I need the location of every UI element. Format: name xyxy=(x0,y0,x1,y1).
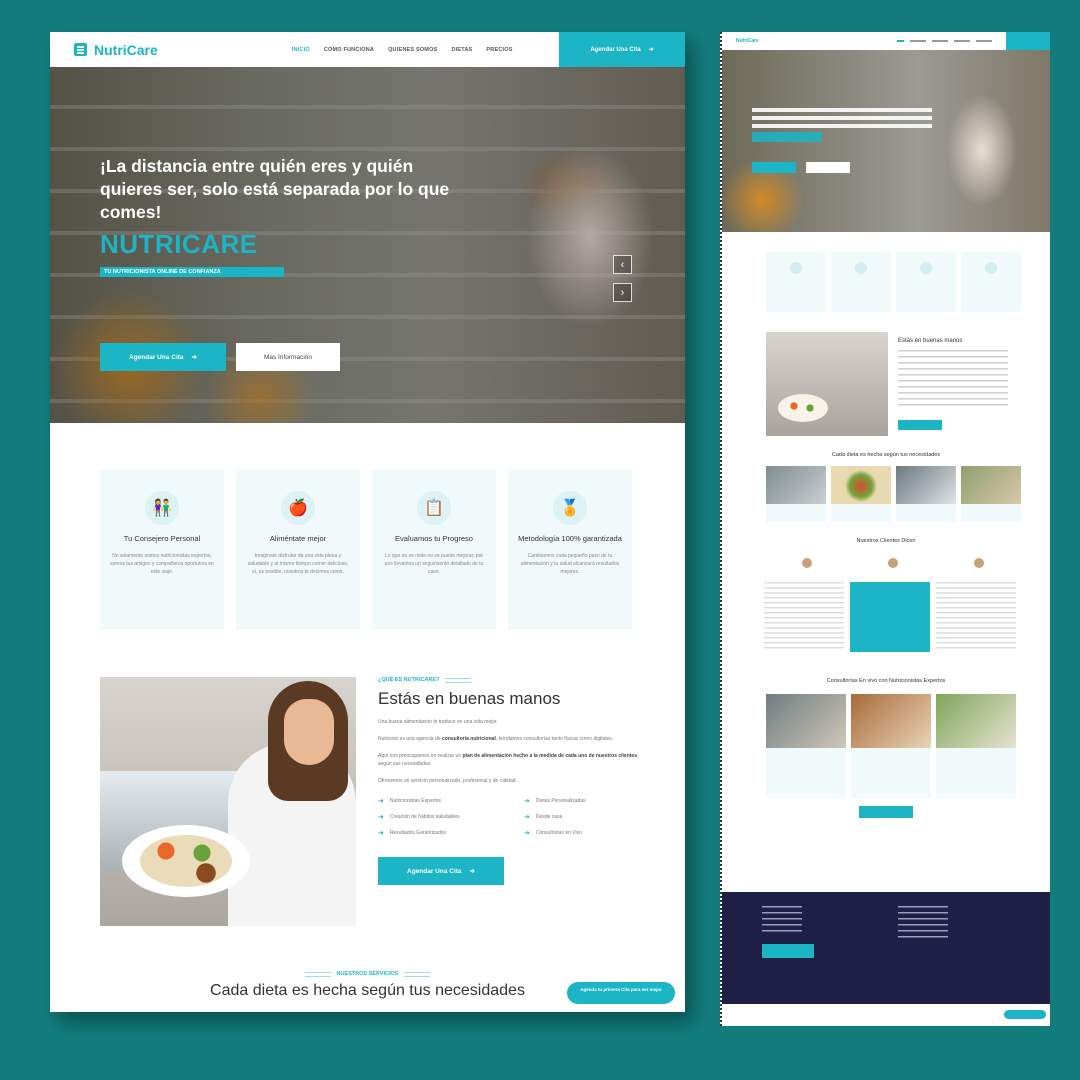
about-schedule-label: Agendar Una Cita xyxy=(407,867,462,875)
nutritionist-photo xyxy=(100,677,356,926)
mini-menu xyxy=(896,40,992,42)
feature-title: Tu Consejero Personal xyxy=(123,534,201,543)
mini-navbar: NutriCare xyxy=(722,32,1050,50)
menu-item-precios[interactable]: PRECIOS xyxy=(486,47,512,53)
about-checklist: ➜ Nutricionistas Expertos ➜ Dietas Persona… xyxy=(378,797,640,837)
hero-more-info-button[interactable]: Mas Información xyxy=(236,343,340,371)
feature-title: Metodología 100% garantizada xyxy=(518,534,622,543)
logo-text: NutriCare xyxy=(94,41,158,58)
arrow-right-icon: ➜ xyxy=(524,798,530,805)
mini-live-title: Consultorías En vivo con Nutricionistas … xyxy=(826,678,946,684)
mini-about-title: Estás en buenas manos xyxy=(898,338,963,344)
mini-footer xyxy=(722,892,1050,1004)
nav-cta-button[interactable]: Agendar Una Cita ➜ xyxy=(559,32,685,67)
logo[interactable]: NutriCare xyxy=(74,42,158,58)
feature-desc: No solamente somos nutricionistas expert… xyxy=(110,552,214,575)
mini-floating-cta xyxy=(1004,1010,1046,1019)
advisor-icon: 👫 xyxy=(145,491,179,525)
eyebrow-decoration xyxy=(304,971,331,977)
hero-buttons: Agendar Una Cita ➜ Mas Información xyxy=(100,343,340,371)
list-item: ➜ Nutricionistas Expertos xyxy=(378,798,442,805)
about-eyebrow: ¿QUÉ ES NUTRICARE? xyxy=(378,677,640,683)
arrow-right-icon: ➜ xyxy=(378,814,384,821)
clipboard-icon: 📋 xyxy=(417,491,451,525)
arrow-right-icon: ➜ xyxy=(469,868,475,875)
logo-icon xyxy=(74,43,87,56)
mini-features xyxy=(766,252,1050,312)
mini-live-cards xyxy=(766,694,1050,798)
about-paragraph: Una buena alimentación te traduce en una… xyxy=(378,719,498,725)
eyebrow-decoration xyxy=(404,971,431,977)
features-row: 👫 Tu Consejero Personal No solamente som… xyxy=(100,469,632,629)
mini-testimonials xyxy=(722,552,1050,662)
about-eyebrow-text: ¿QUÉ ES NUTRICARE? xyxy=(378,677,440,683)
navbar: NutriCare INICIO COMO FUNCIONA QUIENES S… xyxy=(50,32,685,67)
about-paragraph: Aquí nos preocupamos en realizar un plan… xyxy=(378,753,639,767)
apple-icon: 🍎 xyxy=(281,491,315,525)
arrow-right-icon: ➜ xyxy=(648,47,654,53)
hero-banner: ¡La distancia entre quién eres y quién q… xyxy=(50,67,685,423)
hero-text: ¡La distancia entre quién eres y quién q… xyxy=(100,155,450,278)
services-eyebrow-text: NUESTROS SERVICIOS xyxy=(336,971,399,977)
slider-prev-icon[interactable]: ‹ xyxy=(613,255,632,274)
feature-desc: Cambiamos cada pequeño paso de tu alimen… xyxy=(520,552,620,575)
floating-cta-button[interactable]: Agenda tu primera Cita para ser mejor xyxy=(567,982,675,1004)
list-item: ➜ Desde casa xyxy=(524,814,563,821)
mini-hero xyxy=(722,50,1050,232)
hero-title: ¡La distancia entre quién eres y quién q… xyxy=(100,156,450,222)
mini-about: Estás en buenas manos xyxy=(766,332,1050,436)
arrow-right-icon: ➜ xyxy=(524,830,530,837)
avatar xyxy=(974,558,984,568)
avatar xyxy=(888,558,898,568)
mini-logo: NutriCare xyxy=(736,38,759,44)
hero-subtitle: TU NUTRICIONISTA ONLINE DE CONFIANZA xyxy=(100,267,284,278)
list-item: ➜ Dietas Personalizadas xyxy=(524,798,586,805)
hero-schedule-label: Agendar Una Cita xyxy=(129,353,184,361)
arrow-right-icon: ➜ xyxy=(378,830,384,837)
menu-item-quienes-somos[interactable]: QUIENES SOMOS xyxy=(388,47,437,53)
about-text: ¿QUÉ ES NUTRICARE? Estás en buenas manos… xyxy=(378,677,640,885)
feature-title: Evaluamos tu Progreso xyxy=(395,534,473,543)
about-title: Estás en buenas manos xyxy=(378,689,561,708)
list-item: ➜ Resultados Garantizados xyxy=(378,830,447,837)
slider-next-icon[interactable]: › xyxy=(613,283,632,302)
hero-schedule-button[interactable]: Agendar Una Cita ➜ xyxy=(100,343,226,371)
arrow-right-icon: ➜ xyxy=(378,798,384,805)
list-item: ➜ Creación de hábitos saludables xyxy=(378,814,460,821)
about-paragraph: Ofrecemos un servicio personalizado, pro… xyxy=(378,778,517,784)
hero-brand: NUTRICARE xyxy=(100,229,258,260)
feature-desc: Lo que no se mide no se puede mejorar, p… xyxy=(384,552,484,575)
feature-card: 🏅 Metodología 100% garantizada Cambiamos… xyxy=(508,469,632,629)
services-eyebrow: NUESTROS SERVICIOS xyxy=(50,971,685,977)
mini-diets-row xyxy=(766,466,1050,522)
feature-title: Aliméntate mejor xyxy=(269,534,327,543)
feature-card: 🍎 Aliméntate mejor Imagínate disfrutar d… xyxy=(236,469,360,629)
list-item: ➜ Consultorías en Vivo xyxy=(524,830,582,837)
about-paragraph: Nutricare es una agencia de consultoría … xyxy=(378,736,614,742)
full-page-thumbnail: NutriCare Estás en buenas manos Cada die… xyxy=(720,32,1050,1026)
arrow-right-icon: ➜ xyxy=(524,814,530,821)
mini-nav-cta xyxy=(1006,32,1050,50)
menu-item-como-funciona[interactable]: COMO FUNCIONA xyxy=(324,47,374,53)
mini-about-photo xyxy=(766,332,888,436)
menu-item-inicio[interactable]: INICIO xyxy=(292,47,310,53)
medal-icon: 🏅 xyxy=(553,491,587,525)
mini-clients-title: Nuestros Clientes Dicen xyxy=(856,538,916,544)
arrow-right-icon: ➜ xyxy=(191,354,197,361)
feature-card: 👫 Tu Consejero Personal No solamente som… xyxy=(100,469,224,629)
mini-diets-title: Cada dieta es hecha según tus necesidade… xyxy=(831,452,941,458)
nav-cta-label: Agendar Una Cita xyxy=(590,46,641,53)
main-page-mockup: NutriCare INICIO COMO FUNCIONA QUIENES S… xyxy=(50,32,685,1012)
eyebrow-decoration xyxy=(445,677,472,683)
main-menu: INICIO COMO FUNCIONA QUIENES SOMOS DIETA… xyxy=(292,47,513,53)
about-schedule-button[interactable]: Agendar Una Cita ➜ xyxy=(378,857,504,885)
avatar xyxy=(802,558,812,568)
menu-item-dietas[interactable]: DIETAS xyxy=(451,47,472,53)
feature-desc: Imagínate disfrutar de una vida plena y … xyxy=(247,552,349,575)
feature-card: 📋 Evaluamos tu Progreso Lo que no se mid… xyxy=(372,469,496,629)
